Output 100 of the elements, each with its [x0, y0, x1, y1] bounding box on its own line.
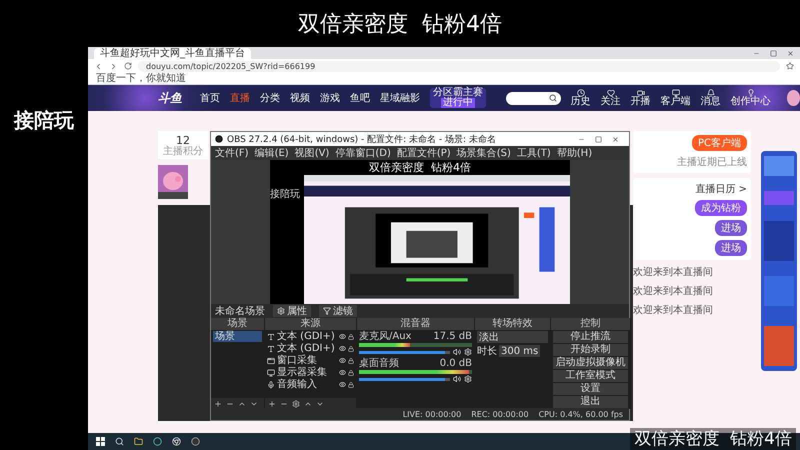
transition-select[interactable]: 淡出 — [477, 331, 548, 343]
menu-item[interactable]: 配置文件(P) — [396, 146, 451, 160]
eye-icon[interactable] — [339, 345, 346, 352]
channel-reading: 17.5 dB — [433, 332, 472, 342]
maximize-icon[interactable] — [595, 136, 602, 142]
app-icon[interactable] — [191, 437, 200, 446]
control-button[interactable]: 设置 — [553, 383, 628, 395]
star-icon[interactable] — [786, 62, 794, 70]
control-button[interactable]: 退出 — [553, 396, 628, 408]
status-text: CPU: 0.4%, 60.00 fps — [538, 410, 623, 418]
lock-icon[interactable] — [348, 370, 354, 376]
source-type-icon — [267, 344, 275, 352]
lock-icon[interactable] — [348, 358, 354, 364]
search-icon[interactable] — [548, 94, 557, 102]
lock-icon[interactable] — [348, 346, 354, 352]
scene-button[interactable]: 滤镜 — [319, 305, 357, 317]
chat-message: 欢迎来到本直播间 — [633, 266, 713, 279]
menu-item[interactable]: 帮助(H) — [556, 146, 592, 160]
menu-item[interactable]: 停靠窗口(D) — [335, 146, 391, 160]
dock-header: 控制 — [551, 318, 630, 330]
speaker-icon[interactable] — [453, 375, 461, 383]
source-type-icon — [267, 368, 275, 376]
nav-link[interactable]: 鱼吧 — [350, 91, 370, 105]
header-action[interactable]: 消息 — [700, 89, 721, 107]
bookmark-link[interactable]: 百度一下，你就知道 — [96, 73, 186, 84]
gear-icon — [277, 307, 285, 315]
stream-caption: 接陪玩 — [270, 189, 300, 200]
menu-item[interactable]: 工具(T) — [516, 146, 551, 160]
client-note: 主播近期已上线 — [677, 156, 747, 169]
search-field[interactable] — [506, 92, 561, 104]
control-button[interactable]: 启动虚拟摄像机 — [553, 357, 628, 369]
message-icon — [706, 89, 715, 97]
nav-link[interactable]: 星域融影 — [380, 91, 420, 105]
nav-link[interactable]: 直播 — [230, 91, 250, 105]
folder-icon[interactable] — [134, 437, 143, 446]
settings-icon[interactable] — [464, 348, 472, 356]
dock-header: 来源 — [265, 318, 356, 330]
app-icon[interactable] — [153, 437, 162, 446]
reload-icon[interactable] — [124, 62, 132, 70]
scene-item[interactable]: 场景 — [213, 331, 262, 342]
source-item[interactable]: 文本 (GDI+) — [277, 343, 337, 354]
scene-button[interactable]: 属性 — [273, 305, 311, 317]
avatar[interactable] — [786, 90, 800, 106]
add-icon[interactable] — [268, 400, 276, 408]
add-icon[interactable] — [214, 400, 222, 408]
enter-button[interactable]: 进场 — [715, 220, 747, 236]
control-button[interactable]: 工作室模式 — [553, 370, 628, 382]
fan-button[interactable]: 成为钻粉 — [695, 200, 747, 216]
duration-field[interactable]: 300 ms — [499, 345, 540, 357]
window-title: OBS 27.2.4 (64-bit, windows) - 配置文件: 未命名 - 场景: 未命名 — [227, 134, 496, 146]
chat-message: 欢迎来到本直播间 — [633, 304, 713, 317]
nav-link[interactable]: 分类 — [260, 91, 280, 105]
stream-caption: 接陪玩 — [14, 107, 74, 133]
back-icon[interactable] — [94, 62, 103, 70]
nav-link[interactable]: 视频 — [290, 91, 310, 105]
source-item[interactable]: 音频输入 — [277, 379, 337, 390]
eye-icon[interactable] — [339, 369, 346, 376]
menu-item[interactable]: 场景集合(S) — [456, 146, 511, 160]
eye-icon[interactable] — [339, 357, 346, 364]
close-icon[interactable] — [787, 50, 794, 56]
eye-icon[interactable] — [339, 381, 346, 388]
source-item[interactable]: 窗口采集 — [277, 355, 337, 366]
lock-icon[interactable] — [348, 382, 354, 388]
channel-name: 麦克风/Aux — [359, 332, 412, 342]
source-item[interactable]: 文本 (GDI+) — [277, 331, 337, 342]
history-icon — [576, 89, 585, 97]
close-icon[interactable] — [612, 136, 619, 142]
nav-link[interactable]: 首页 — [200, 91, 220, 105]
speaker-icon[interactable] — [453, 348, 461, 356]
control-button[interactable]: 开始录制 — [553, 344, 628, 356]
browser-icon[interactable] — [172, 437, 181, 446]
channel-name: 桌面音频 — [359, 359, 399, 369]
nav-link[interactable]: 游戏 — [320, 91, 340, 105]
address-field[interactable]: douyu.com/topic/202205_SW?rid=666199 — [138, 60, 780, 72]
maximize-icon[interactable] — [770, 50, 777, 56]
header-action[interactable]: 创作中心 — [730, 89, 771, 107]
control-button[interactable]: 停止推流 — [553, 331, 628, 343]
forward-icon[interactable] — [109, 62, 118, 70]
menu-item[interactable]: 文件(F) — [215, 146, 249, 160]
settings-icon[interactable] — [464, 375, 472, 383]
eye-icon[interactable] — [339, 333, 346, 340]
create-icon — [746, 89, 755, 97]
source-item[interactable]: 显示器采集 — [277, 367, 337, 378]
header-action[interactable]: 历史 — [570, 89, 591, 107]
promo-badge[interactable]: 分区霸主赛 进行中 — [430, 88, 486, 108]
calendar-link[interactable]: 直播日历 > — [695, 182, 747, 196]
header-action[interactable]: 开播 — [630, 89, 651, 107]
browser-tab[interactable]: 斗鱼超好玩中文网_斗鱼直播平台 — [94, 48, 251, 59]
header-action[interactable]: 关注 — [600, 89, 621, 107]
menu-item[interactable]: 视图(V) — [294, 146, 330, 160]
windows-logo-icon[interactable] — [96, 437, 105, 446]
header-action[interactable]: 客户端 — [660, 89, 691, 107]
menu-item[interactable]: 编辑(E) — [254, 146, 289, 160]
lock-icon[interactable] — [348, 334, 354, 340]
scene-name: 未命名场景 — [215, 304, 265, 318]
enter-button[interactable]: 进场 — [715, 240, 747, 256]
settings-icon[interactable] — [292, 400, 300, 408]
stream-caption: 双倍亲密度 钻粉4倍 — [297, 10, 503, 38]
site-logo[interactable]: 斗鱼 — [158, 90, 182, 106]
source-type-icon — [267, 332, 275, 340]
